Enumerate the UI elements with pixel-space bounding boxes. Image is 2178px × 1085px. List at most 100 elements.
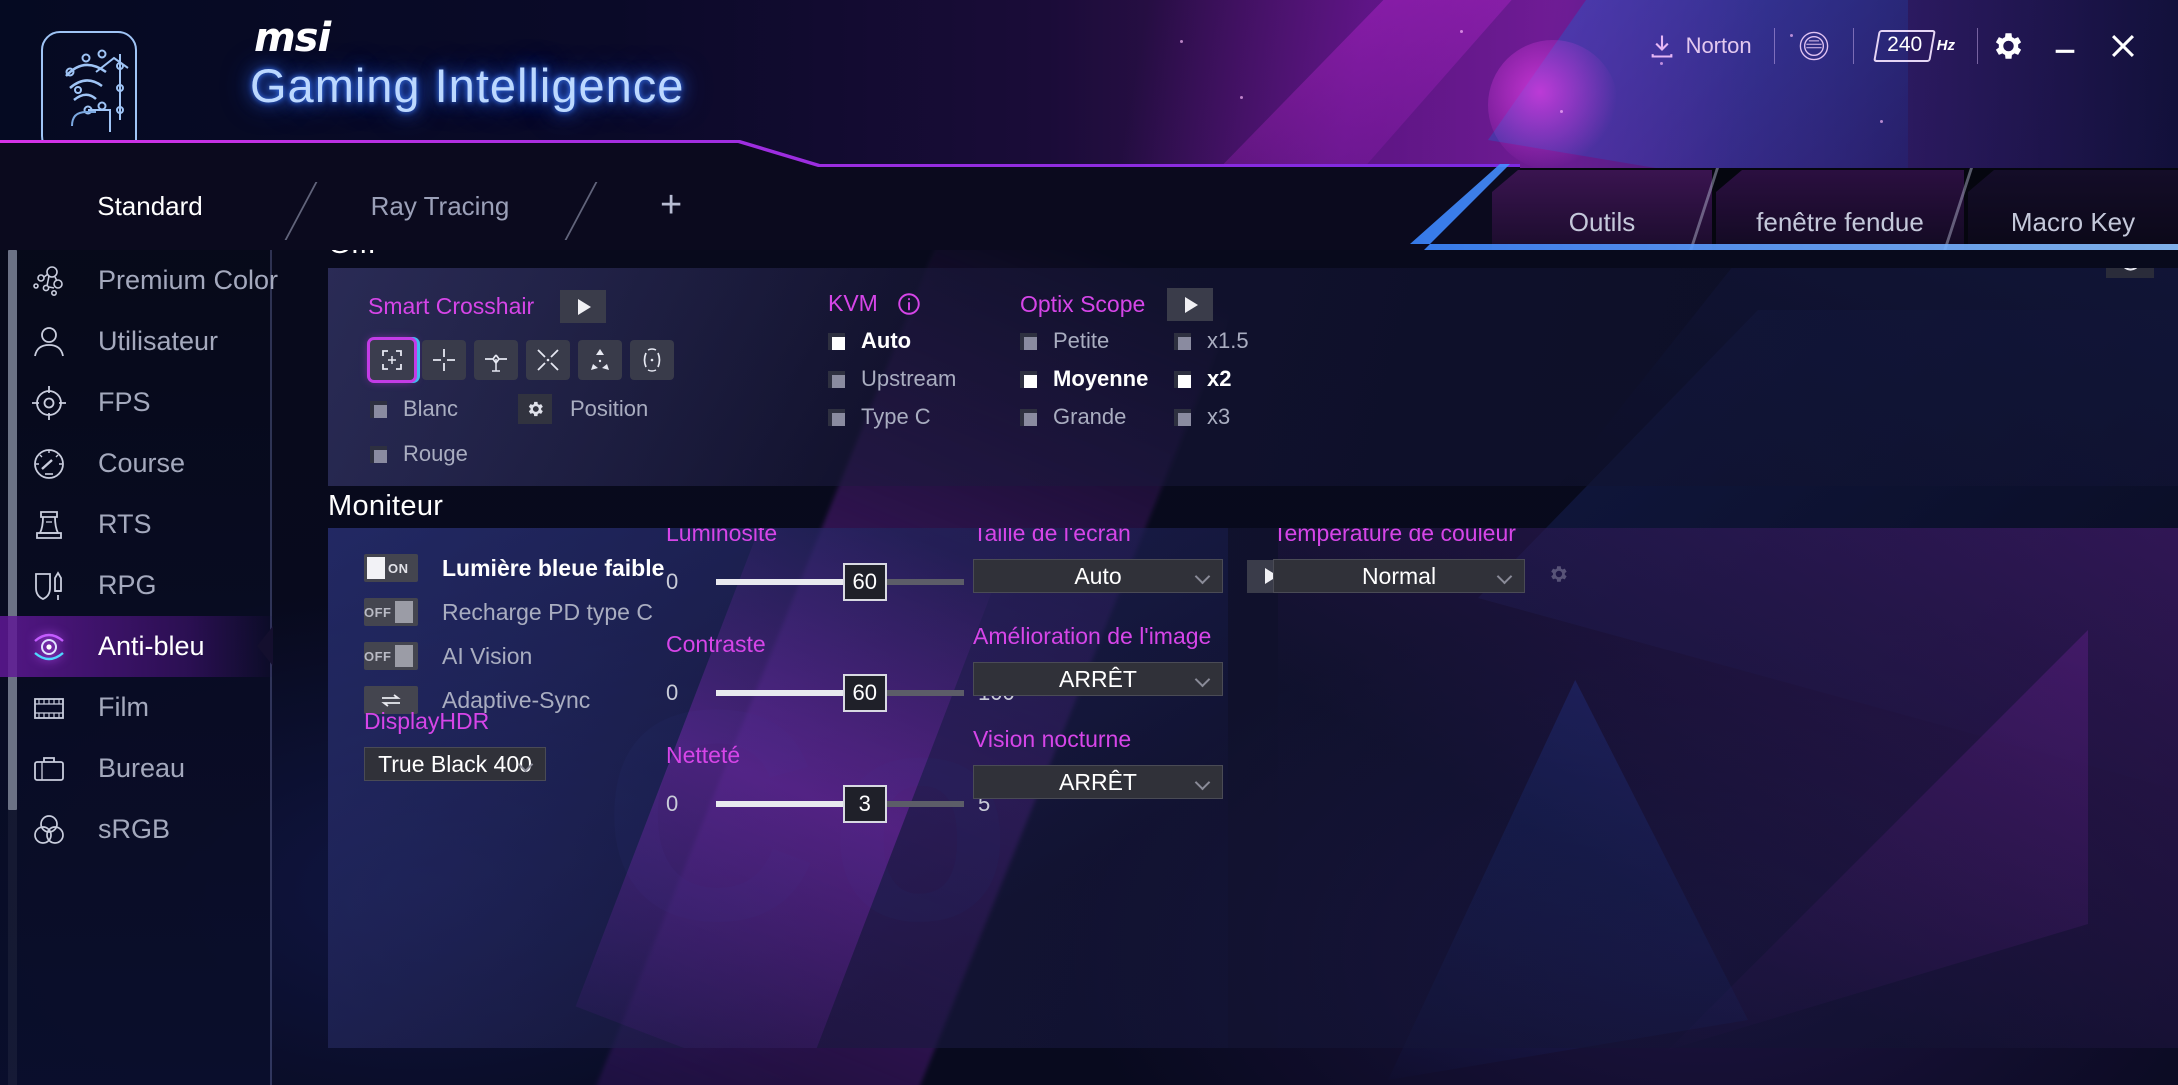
- gi-section-title: G.I.: [328, 250, 376, 261]
- kvm-option-label: Type C: [861, 404, 931, 429]
- chevron-down-icon: [1194, 568, 1211, 585]
- toggle-state: OFF: [364, 648, 392, 664]
- temperature-couleur-value: Normal: [1361, 562, 1437, 589]
- reset-button[interactable]: [2106, 268, 2154, 278]
- slider-thumb[interactable]: 3: [842, 785, 887, 823]
- toggle-lumiere-bleue-faible[interactable]: ON: [364, 554, 418, 582]
- sidebar-item-rpg[interactable]: RPG: [0, 555, 272, 616]
- crosshair-style-x-diagonal[interactable]: [526, 340, 570, 380]
- sidebar-item-utilisateur[interactable]: Utilisateur: [0, 311, 272, 372]
- sidebar-item-srgb[interactable]: sRGB: [0, 799, 272, 860]
- crosshair-style-t-marker[interactable]: [474, 340, 518, 380]
- optix-zoom-x3[interactable]: x3: [1174, 404, 1249, 430]
- sidebar-item-fps[interactable]: FPS: [0, 372, 272, 433]
- display-hdr-label: DisplayHDR: [364, 708, 490, 734]
- toggle-recharge-pd-type-c[interactable]: OFF: [364, 598, 418, 626]
- temperature-couleur-label: Température de couleur: [1273, 528, 1516, 546]
- brand-block: msi Gaming Intelligence: [250, 18, 684, 112]
- sidebar-item-course[interactable]: Course: [0, 433, 272, 494]
- gi-logo-icon: [38, 14, 156, 156]
- sidebar-item-anti-bleu[interactable]: Anti-bleu: [0, 616, 273, 677]
- app-body: Premium Color Utilisateur FPS Course RTS…: [0, 250, 2178, 1085]
- temperature-couleur-select[interactable]: Normal: [1273, 559, 1525, 593]
- brand-msi-text: msi: [254, 15, 331, 61]
- sidebar-item-label: Film: [98, 692, 149, 722]
- crosshair-position-button[interactable]: [518, 394, 552, 424]
- play-icon: [1185, 296, 1199, 313]
- refresh-rate-button[interactable]: 240 Hz: [1854, 19, 1977, 73]
- amelioration-image-select[interactable]: ARRÊT: [973, 662, 1223, 696]
- slider-thumb[interactable]: 60: [842, 563, 887, 601]
- refresh-rate-value: 240: [1886, 32, 1922, 56]
- temperature-couleur-advanced-button[interactable]: [1547, 563, 1569, 590]
- sidebar-item-label: sRGB: [98, 814, 171, 844]
- add-tab-button[interactable]: +: [660, 186, 682, 224]
- smart-crosshair-preview-button[interactable]: [560, 290, 607, 323]
- reset-icon: [2124, 268, 2138, 271]
- toggle-row-recharge-pd[interactable]: OFF Recharge PD type C: [364, 598, 664, 626]
- smart-crosshair-label: Smart Crosshair: [368, 293, 535, 319]
- crosshair-position-label: Position: [570, 396, 649, 421]
- crosshair-target-icon: [26, 380, 72, 426]
- shield-sword-icon: [26, 563, 72, 609]
- kvm-option-auto[interactable]: Auto: [828, 328, 956, 354]
- optix-zoom-x15[interactable]: x1.5: [1174, 328, 1249, 354]
- gear-icon: [1551, 565, 1567, 582]
- monitor-section-title: Moniteur: [328, 490, 444, 522]
- crosshair-style-parenthesis-dot[interactable]: [630, 340, 674, 380]
- toggle-row-ai-vision[interactable]: OFF AI Vision: [364, 642, 664, 670]
- tab-outils[interactable]: Outils: [1492, 170, 1712, 250]
- sidebar-item-premium-color[interactable]: Premium Color: [0, 250, 278, 311]
- sidebar-item-film[interactable]: Film: [0, 677, 272, 738]
- optix-size-grande[interactable]: Grande: [1020, 404, 1148, 430]
- molecule-icon: [26, 258, 72, 304]
- header-controls: Norton 240 Hz: [1626, 0, 2152, 92]
- settings-button[interactable]: [1978, 17, 2036, 75]
- norton-button[interactable]: Norton: [1626, 19, 1774, 73]
- radio-box: [1020, 332, 1037, 350]
- display-hdr-select[interactable]: True Black 400: [364, 747, 546, 781]
- nettete-slider[interactable]: 0 3 5: [666, 785, 1014, 823]
- radio-box: [1174, 408, 1191, 426]
- sidebar-item-bureau[interactable]: Bureau: [0, 738, 272, 799]
- slider-track[interactable]: 60: [716, 674, 964, 712]
- minimize-button[interactable]: [2036, 17, 2094, 75]
- toggle-row-lumiere-bleue[interactable]: ON Lumière bleue faible: [364, 554, 664, 582]
- radio-box: [1020, 408, 1037, 426]
- taille-ecran-value: Auto: [1074, 562, 1122, 589]
- toggle-ai-vision[interactable]: OFF: [364, 642, 418, 670]
- rgb-icon: [1799, 31, 1828, 61]
- tab-ray-tracing[interactable]: Ray Tracing: [330, 170, 550, 242]
- luminosite-slider[interactable]: 0 60 100: [666, 563, 1015, 601]
- brand-title-text: Gaming Intelligence: [250, 59, 685, 112]
- crosshair-style-triangle-arrows[interactable]: [578, 340, 622, 380]
- sidebar-item-rts[interactable]: RTS: [0, 494, 272, 555]
- tab-fenetre-fendue[interactable]: fenêtre fendue: [1716, 170, 1964, 250]
- optix-scope-preview-button[interactable]: [1167, 288, 1214, 321]
- radio-box: [828, 370, 845, 388]
- slider-thumb[interactable]: 60: [842, 674, 887, 712]
- contraste-slider[interactable]: 0 60 100: [666, 674, 1015, 712]
- optix-size-petite[interactable]: Petite: [1020, 328, 1148, 354]
- close-button[interactable]: [2094, 17, 2152, 75]
- toggle-knob: [394, 601, 413, 623]
- toggle-label: Recharge PD type C: [442, 598, 653, 625]
- rgb-button[interactable]: [1775, 19, 1853, 73]
- optix-zoom-label: x3: [1207, 404, 1231, 429]
- radio-box: [1174, 332, 1191, 350]
- slider-track[interactable]: 60: [716, 563, 964, 601]
- optix-zoom-x2[interactable]: x2: [1174, 366, 1249, 392]
- kvm-option-upstream[interactable]: Upstream: [828, 366, 956, 392]
- vision-nocturne-select[interactable]: ARRÊT: [973, 765, 1223, 799]
- taille-ecran-select[interactable]: Auto: [973, 559, 1223, 593]
- kvm-option-type-c[interactable]: Type C: [828, 404, 956, 430]
- crosshair-style-plus-gap[interactable]: [422, 340, 466, 380]
- slider-track[interactable]: 3: [716, 785, 964, 823]
- optix-size-moyenne[interactable]: Moyenne: [1020, 366, 1148, 392]
- info-icon[interactable]: [896, 291, 922, 317]
- crosshair-color-blanc[interactable]: Blanc: [370, 396, 468, 422]
- tab-standard[interactable]: Standard: [60, 170, 240, 242]
- crosshair-color-rouge[interactable]: Rouge: [370, 441, 468, 467]
- crosshair-style-bracket-dot[interactable]: [370, 340, 414, 380]
- tab-macro-key[interactable]: Macro Key: [1968, 170, 2178, 250]
